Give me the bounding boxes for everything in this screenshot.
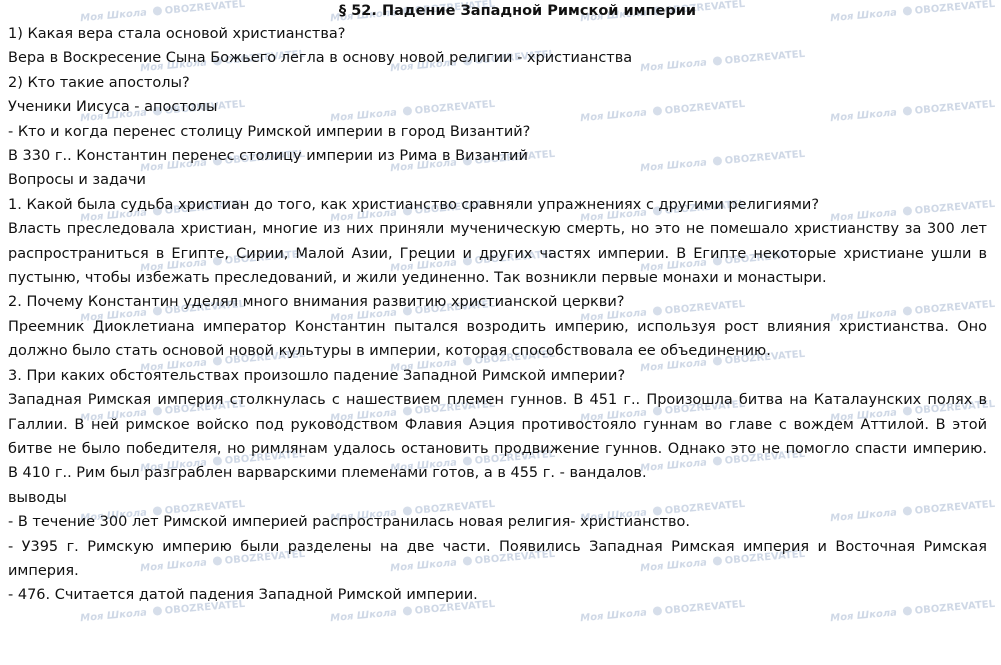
answer-1: Вера в Воскресение Сына Божьего легла в … [8,50,633,67]
answer-3: В 330 г.. Константин перенес столицу имп… [8,148,528,165]
conclusion-3: - 476. Считается датой падения Западной … [8,587,478,604]
task-1-answer: Власть преследовала христиан, многие из … [8,221,987,287]
page-title: § 52. Падение Западной Римской империи [338,3,697,19]
answer-2: Ученики Иисуса - апостолы [8,99,218,116]
conclusions-heading: выводы [8,489,67,506]
task-3-answer: Западная Римская империя столкнулась с н… [8,392,987,482]
task-1-question: 1. Какой была судьба христиан до того, к… [8,196,820,213]
task-2-question: 2. Почему Константин уделял много вниман… [8,294,625,311]
conclusion-2: - У395 г. Римскую империю были разделены… [8,538,987,579]
document-body: § 52. Падение Западной Римской империи 1… [0,0,990,608]
conclusion-1: - В течение 300 лет Римской империей рас… [8,514,691,531]
question-1: 1) Какая вера стала основой христианства… [8,26,346,42]
section-heading: Вопросы и задачи [8,172,146,189]
task-3-question: 3. При каких обстоятельствах произошло п… [8,367,626,384]
question-3: - Кто и когда перенес столицу Римской им… [8,123,531,140]
question-2: 2) Кто такие апостолы? [8,74,190,91]
task-2-answer: Преемник Диоклетиана император Константи… [8,318,987,360]
